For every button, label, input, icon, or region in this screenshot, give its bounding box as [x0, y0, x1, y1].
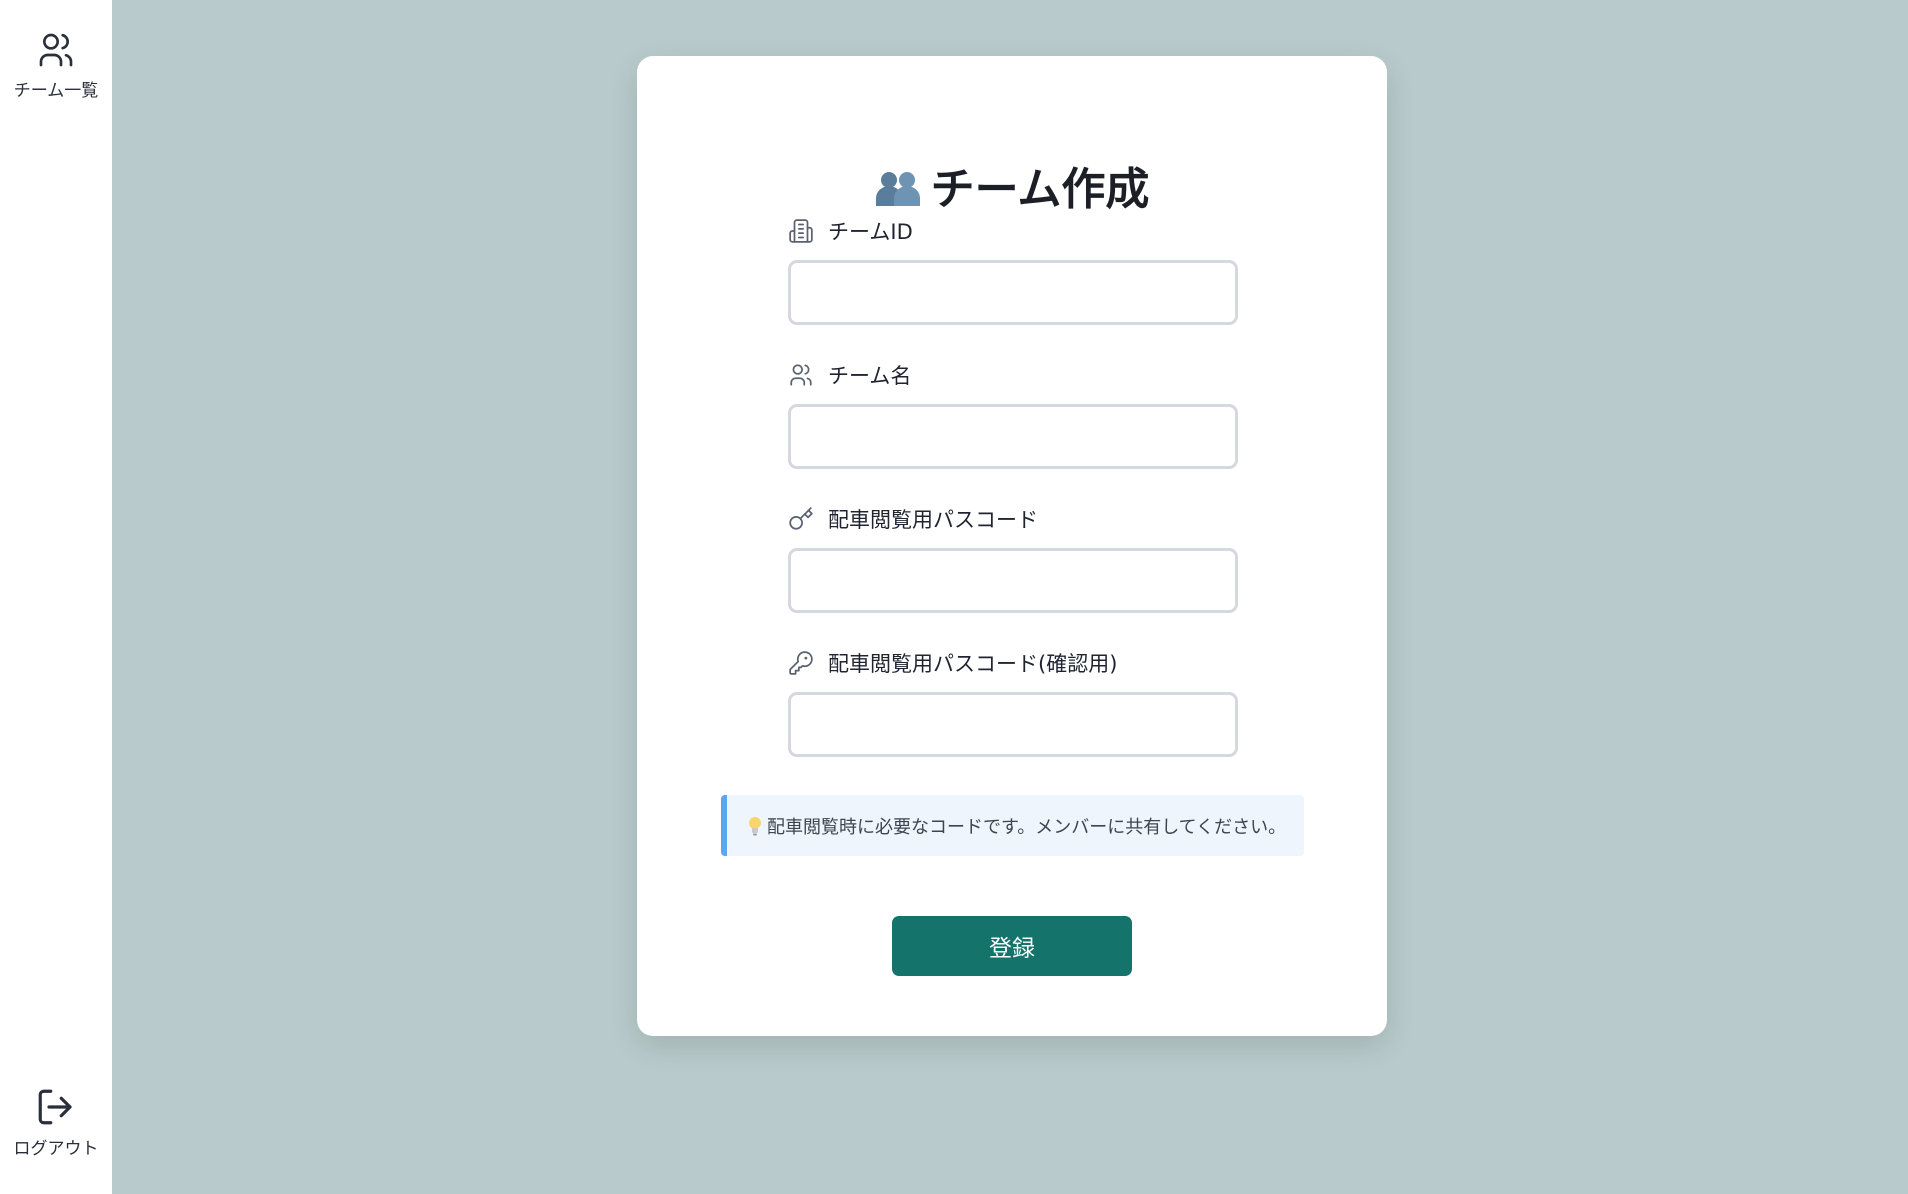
lightbulb-icon	[749, 816, 761, 835]
register-button[interactable]: 登録	[892, 916, 1132, 976]
team-name-input[interactable]	[788, 404, 1238, 469]
passcode-input[interactable]	[788, 548, 1238, 613]
info-hint: 配車閲覧時に必要なコードです。メンバーに共有してください。	[721, 795, 1304, 856]
passcode-confirm-field-group: 配車閲覧用パスコード(確認用)	[788, 648, 1238, 757]
passcode-confirm-label: 配車閲覧用パスコード(確認用)	[788, 648, 1238, 678]
field-label-text: 配車閲覧用パスコード	[828, 508, 1038, 532]
page-title: チーム作成	[637, 164, 1387, 216]
key-icon	[789, 507, 813, 530]
field-label-text: チーム名	[828, 364, 912, 388]
team-name-label: チーム名	[788, 360, 1238, 390]
passcode-confirm-input[interactable]	[788, 692, 1238, 757]
passcode-field-group: 配車閲覧用パスコード	[788, 504, 1238, 613]
building-icon	[789, 219, 813, 243]
team-id-input[interactable]	[788, 260, 1238, 325]
team-id-field-group: チームID	[788, 216, 1238, 325]
passcode-label: 配車閲覧用パスコード	[788, 504, 1238, 534]
users-icon	[790, 364, 812, 386]
sidebar: チーム一覧 ログアウト	[0, 0, 112, 1194]
sidebar-item-logout[interactable]: ログアウト	[0, 1086, 112, 1159]
team-name-field-group: チーム名	[788, 360, 1238, 469]
logout-icon	[38, 1089, 72, 1125]
app: チーム一覧 ログアウト チーム作成 チームID チーム名 配車閲覧用パスコード …	[0, 0, 1908, 1194]
two-people-emoji-icon	[875, 172, 920, 206]
users-icon	[39, 33, 73, 67]
sidebar-item-label: チーム一覧	[13, 81, 99, 101]
key-round-icon	[789, 651, 813, 675]
field-label-text: 配車閲覧用パスコード(確認用)	[828, 652, 1118, 676]
sidebar-item-label: ログアウト	[13, 1139, 99, 1159]
team-id-label: チームID	[788, 216, 1238, 246]
page-title-text: チーム作成	[930, 164, 1150, 215]
sidebar-item-team-list[interactable]: チーム一覧	[0, 30, 112, 101]
field-label-text: チームID	[828, 220, 913, 244]
create-team-card: チーム作成 チームID チーム名 配車閲覧用パスコード 配車閲覧用パスコード(確…	[637, 56, 1387, 1036]
hint-text: 配車閲覧時に必要なコードです。メンバーに共有してください。	[767, 816, 1287, 838]
